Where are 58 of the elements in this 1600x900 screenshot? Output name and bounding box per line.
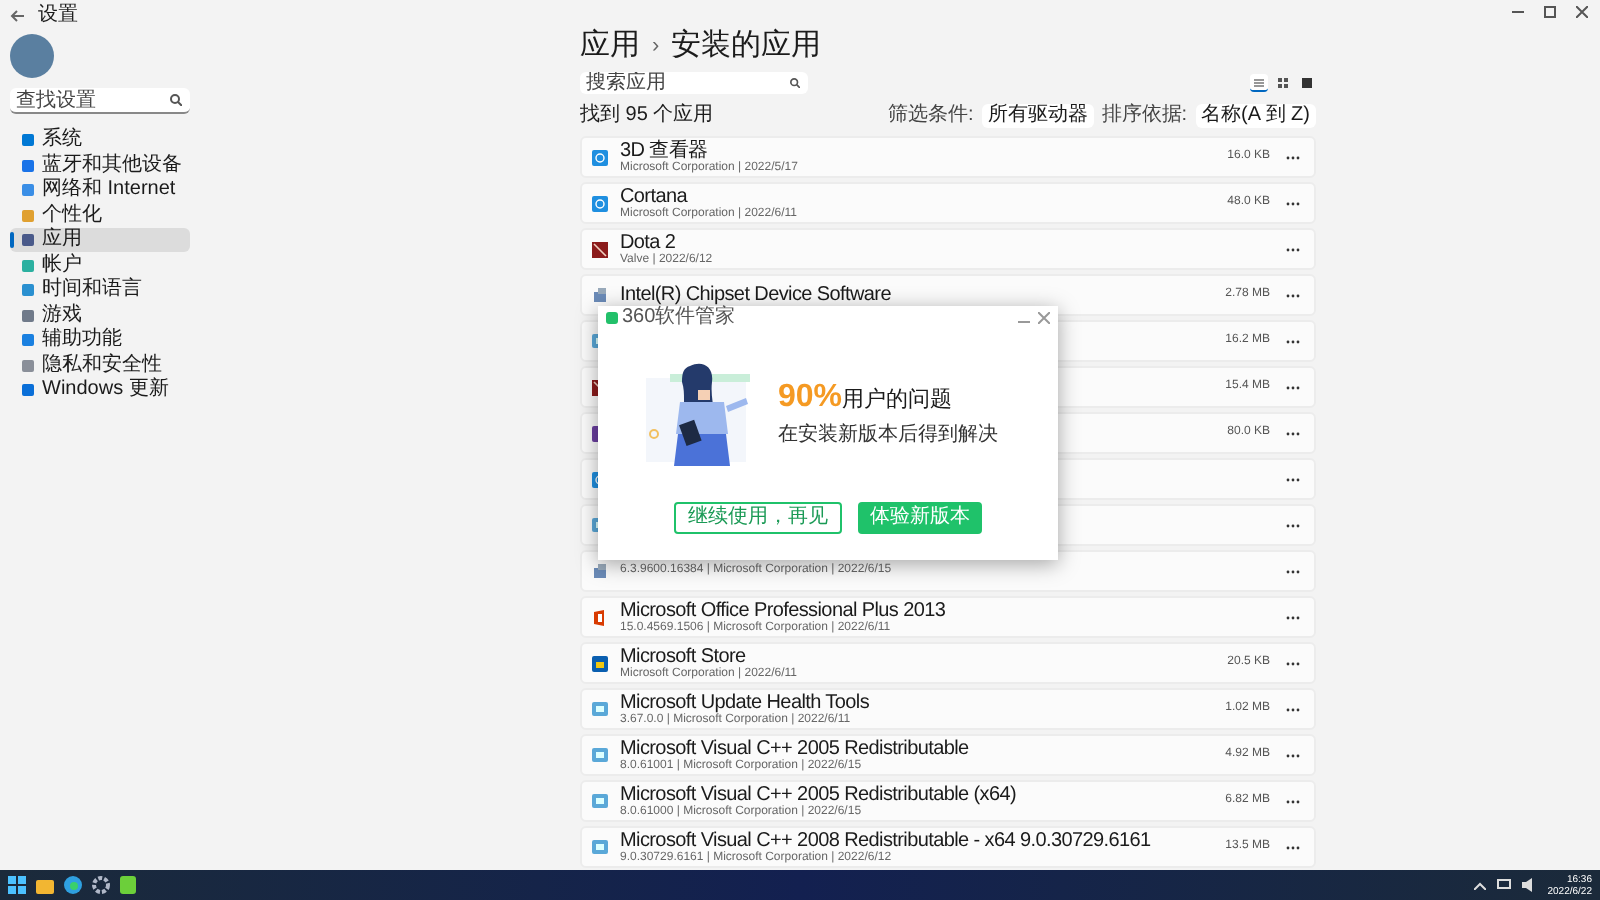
game-icon: [592, 241, 608, 257]
app-name: Dota 2: [620, 231, 678, 253]
dialog-button[interactable]: 继续使用，再见: [674, 502, 842, 534]
view-toggle[interactable]: [1250, 74, 1268, 92]
start-icon[interactable]: [8, 876, 26, 894]
search-icon: [790, 78, 800, 88]
close-icon[interactable]: [1576, 6, 1588, 18]
window-title: 设置: [38, 4, 78, 28]
nav-item[interactable]: 游戏: [10, 303, 190, 327]
filter-label: 筛选条件:: [887, 104, 974, 128]
nav-item[interactable]: 系统: [10, 128, 190, 152]
breadcrumb-item: 安装的应用: [671, 28, 822, 64]
app-name: Microsoft Visual C++ 2008 Redistributable - x64 9.0.30729.6161: [620, 829, 1153, 851]
breadcrumb-separator: ›: [652, 31, 660, 62]
nav-item[interactable]: 辅助功能: [10, 328, 190, 352]
filter-dropdown[interactable]: 所有驱动器: [981, 104, 1094, 128]
app-icon: [592, 195, 608, 211]
maximize-icon[interactable]: [1544, 6, 1556, 18]
dialog-headline: 90%用户的问题: [778, 381, 955, 415]
search-field[interactable]: 查找设置: [10, 88, 190, 114]
sort-label: 排序依据:: [1101, 104, 1188, 128]
nav-item[interactable]: 隐私和安全性: [10, 353, 190, 377]
nav-item[interactable]: 个性化: [10, 203, 190, 227]
nav-item[interactable]: 时间和语言: [10, 278, 190, 302]
dialog-title: 360软件管家: [622, 306, 736, 330]
nav-item[interactable]: 帐户: [10, 253, 190, 277]
app-name: Microsoft Update Health Tools: [620, 691, 872, 713]
app-name: 3D 查看器: [620, 139, 708, 161]
nav-item[interactable]: 蓝牙和其他设备: [10, 153, 190, 177]
minimize-icon[interactable]: [1512, 6, 1524, 18]
view-toggle[interactable]: [1298, 74, 1316, 92]
breadcrumb-item[interactable]: 应用: [580, 28, 640, 64]
close-icon[interactable]: [1038, 312, 1050, 324]
browser-icon[interactable]: [64, 876, 82, 894]
office-icon: [592, 609, 608, 625]
app-icon: [592, 149, 608, 165]
search-icon: [170, 94, 182, 106]
app-name: Microsoft Visual C++ 2005 Redistributable: [620, 737, 971, 759]
volume-icon[interactable]: [1521, 878, 1538, 892]
back-arrow-icon[interactable]: [10, 8, 26, 24]
nav-item[interactable]: 应用: [10, 228, 190, 252]
app-count: 找到 95 个应用: [580, 104, 714, 128]
app-name: Microsoft Visual C++ 2005 Redistributable (x64): [620, 783, 1019, 805]
avatar: [10, 34, 54, 78]
folder-icon[interactable]: [36, 877, 54, 893]
app-name: Microsoft Store: [620, 645, 748, 667]
dialog-message: 在安装新版本后得到解决: [778, 423, 998, 447]
sort-dropdown[interactable]: 名称(A 到 Z): [1195, 104, 1316, 128]
app-logo-icon: [606, 312, 618, 324]
nav-item[interactable]: Windows 更新: [10, 378, 190, 402]
app-name: Cortana: [620, 185, 690, 207]
view-toggle[interactable]: [1274, 74, 1292, 92]
chevron-up-icon[interactable]: [1473, 881, 1486, 889]
nav-item[interactable]: 网络和 Internet: [10, 178, 190, 202]
app-name: Microsoft Office Professional Plus 2013: [620, 599, 948, 621]
app-name: Intel(R) Chipset Device Software: [620, 284, 893, 306]
store-icon: [592, 655, 608, 671]
settings-icon[interactable]: [92, 876, 110, 894]
